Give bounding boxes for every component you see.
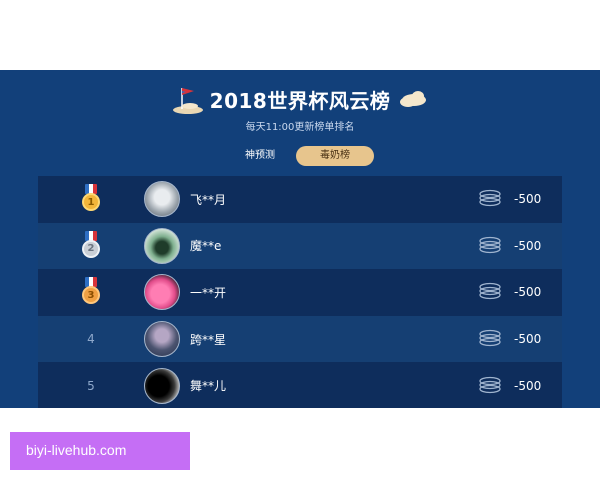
coin-stack-icon <box>479 376 501 393</box>
rank-number: 2 <box>82 239 100 258</box>
score-value: -500 <box>514 192 542 207</box>
flag-icon <box>172 88 203 114</box>
avatar[interactable] <box>144 274 180 311</box>
table-row[interactable]: 3 一**开 -500 <box>38 269 562 316</box>
tab-jinx[interactable]: 毒奶榜 <box>296 146 374 166</box>
rank-number: 3 <box>82 286 100 305</box>
user-name: 舞**儿 <box>190 379 227 394</box>
user-name: 魔**e <box>190 239 222 254</box>
user-name: 飞**月 <box>190 192 227 207</box>
coin-stack-icon <box>479 190 501 207</box>
cloud-icon <box>400 91 427 107</box>
gold-medal-icon: 1 <box>81 184 101 214</box>
watermark-text: biyi-livehub.com <box>26 442 127 458</box>
rank-cell: 3 <box>38 269 144 316</box>
leaderboard-panel: 2018世界杯风云榜 每天11:00更新榜单排名 神预测 毒奶榜 1 飞**月 -5… <box>0 70 600 408</box>
bronze-medal-icon: 3 <box>81 277 101 307</box>
coin-stack-icon <box>479 236 501 254</box>
table-row[interactable]: 4 跨**星 -500 <box>38 315 562 363</box>
title-row: 2018世界杯风云榜 <box>0 84 600 114</box>
score-value: -500 <box>514 285 542 300</box>
table-row[interactable]: 1 飞**月 -500 <box>38 176 562 223</box>
coin-stack-icon <box>479 283 501 300</box>
leaderboard-header: 2018世界杯风云榜 每天11:00更新榜单排名 <box>0 70 600 140</box>
ranking-list: 1 飞**月 -500 2 魔**e -500 3 一**开 -500 4 跨**星 -500 5 舞**… <box>38 176 562 408</box>
page: 2018世界杯风云榜 每天11:00更新榜单排名 神预测 毒奶榜 1 飞**月 -5… <box>0 0 600 480</box>
user-name: 一**开 <box>190 285 227 300</box>
avatar[interactable] <box>144 321 180 358</box>
avatar[interactable] <box>144 227 180 264</box>
rank-number: 4 <box>87 332 95 347</box>
coin-stack-icon <box>479 329 501 347</box>
rank-cell: 1 <box>38 176 144 223</box>
user-name: 跨**星 <box>190 332 227 347</box>
silver-medal-icon: 2 <box>81 230 101 261</box>
rank-number: 5 <box>87 378 95 393</box>
score-value: -500 <box>514 332 542 347</box>
rank-cell: 2 <box>38 223 144 270</box>
rank-cell: 4 <box>38 316 144 363</box>
table-row[interactable]: 2 魔**e -500 <box>38 222 562 270</box>
rank-cell: 5 <box>38 362 144 408</box>
tab-bar: 神预测 毒奶榜 <box>224 146 378 166</box>
update-note: 每天11:00更新榜单排名 <box>245 122 355 133</box>
score-value: -500 <box>514 238 542 253</box>
tab-prediction[interactable]: 神预测 <box>224 146 296 166</box>
score-value: -500 <box>514 378 542 393</box>
avatar[interactable] <box>144 367 180 404</box>
rank-number: 1 <box>82 193 100 212</box>
table-row[interactable]: 5 舞**儿 -500 <box>38 362 562 408</box>
page-title: 2018世界杯风云榜 <box>209 88 391 113</box>
avatar[interactable] <box>144 181 180 218</box>
